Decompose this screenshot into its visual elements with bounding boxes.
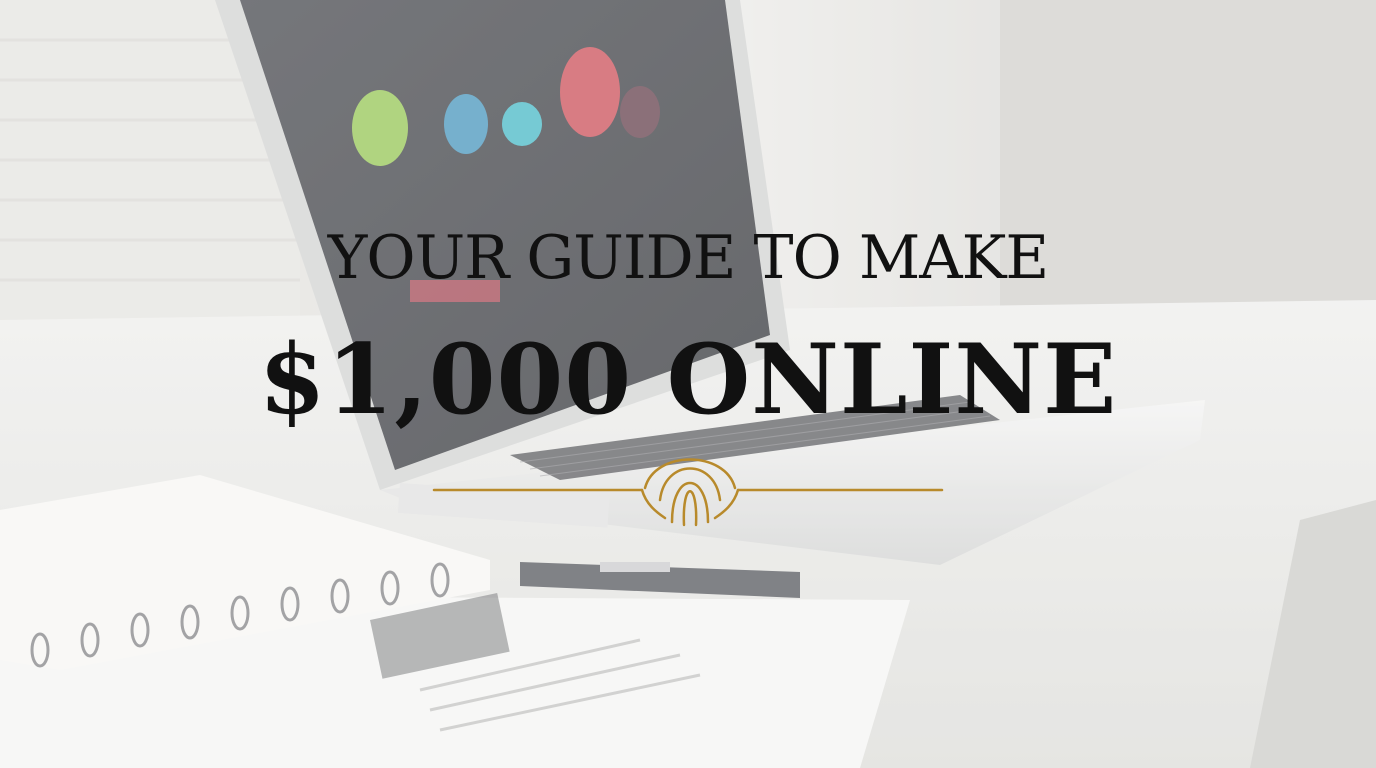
- headline-line-1: YOUR GUIDE TO MAKE: [327, 223, 1049, 293]
- gold-arch-divider-icon: [432, 458, 944, 527]
- headline-block: YOUR GUIDE TO MAKE $1,000 ONLINE: [0, 0, 1376, 768]
- headline-line-2: $1,000 ONLINE: [258, 323, 1118, 436]
- hero-banner: YOUR GUIDE TO MAKE $1,000 ONLINE: [0, 0, 1376, 768]
